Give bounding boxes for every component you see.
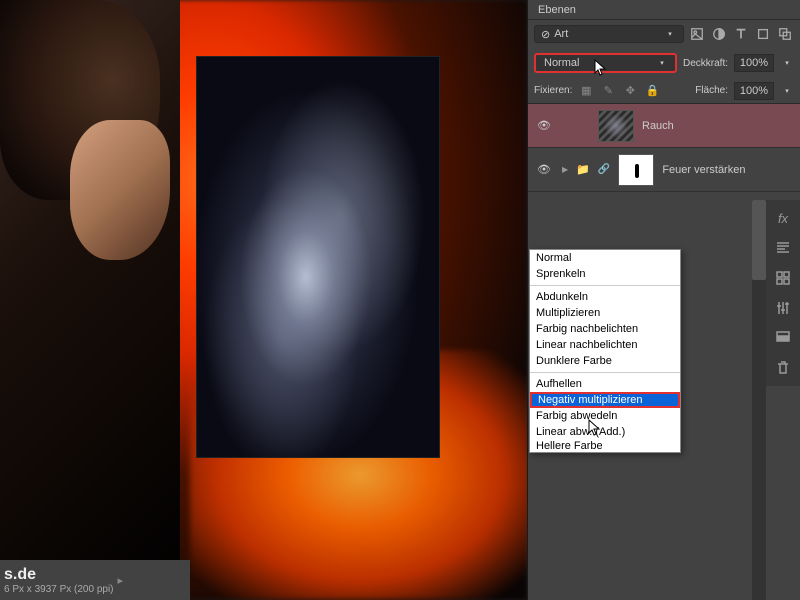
opacity-label: Deckkraft: — [683, 58, 728, 69]
person-figure — [0, 0, 180, 600]
filter-image-icon[interactable] — [688, 25, 706, 43]
canvas-area[interactable]: s.de 6 Px x 3937 Px (200 ppi) ▸ — [0, 0, 527, 600]
link-icon: 🔗 — [598, 164, 610, 175]
blend-option-linear-abw[interactable]: Linear abw. (Add.) — [530, 424, 680, 440]
styles-icon[interactable] — [773, 328, 793, 348]
menu-separator — [530, 285, 680, 286]
chevron-down-icon: ▾ — [663, 25, 677, 43]
filter-row: ⊘ Art ▾ — [528, 20, 800, 48]
visibility-toggle[interactable]: 👁 — [534, 163, 554, 176]
swatches-icon[interactable] — [773, 268, 793, 288]
smoke-layer-image[interactable] — [196, 56, 440, 458]
panel-title: Ebenen — [538, 4, 576, 16]
layers-scrollbar[interactable] — [752, 200, 766, 600]
blend-mode-row: Normal ▾ Deckkraft: 100% ▾ — [528, 48, 800, 78]
layer-row-rauch[interactable]: 👁 Rauch — [528, 104, 800, 148]
side-dock: fx — [766, 200, 800, 386]
layer-row-feuer[interactable]: 👁 ▶ 📁 🔗 Feuer verstärken — [528, 148, 800, 192]
eye-icon: 👁 — [537, 119, 551, 132]
smoke-texture — [197, 57, 439, 457]
menu-separator — [530, 372, 680, 373]
blend-option-negativ-multiplizieren[interactable]: Negativ multiplizieren — [530, 392, 680, 408]
adjustments-icon[interactable] — [773, 298, 793, 318]
blend-option-multiplizieren[interactable]: Multiplizieren — [530, 305, 680, 321]
layer-filter-dropdown[interactable]: ⊘ Art ▾ — [534, 25, 684, 43]
lock-all-icon[interactable]: 🔒 — [644, 83, 660, 99]
status-bar: s.de 6 Px x 3937 Px (200 ppi) ▸ — [0, 560, 190, 600]
blend-option-hellere-farbe[interactable]: Hellere Farbe — [530, 440, 680, 452]
blend-option-linear-nachbelichten[interactable]: Linear nachbelichten — [530, 337, 680, 353]
filter-shape-icon[interactable] — [754, 25, 772, 43]
expand-group-icon[interactable]: ▶ — [562, 165, 568, 174]
cursor-pointer — [594, 59, 608, 77]
blend-mode-dropdown[interactable]: Normal ▾ — [534, 53, 677, 73]
search-icon: ⊘ — [541, 28, 550, 41]
visibility-toggle[interactable]: 👁 — [534, 119, 554, 132]
paragraph-icon[interactable] — [773, 238, 793, 258]
person-face — [70, 120, 170, 260]
blend-option-normal[interactable]: Normal — [530, 250, 680, 266]
filter-type-icon[interactable] — [732, 25, 750, 43]
expand-status-icon[interactable]: ▸ — [118, 574, 124, 587]
fill-value-text: 100% — [740, 85, 768, 97]
fill-label: Fläche: — [695, 85, 728, 96]
lock-pixels-icon[interactable]: ✎ — [600, 83, 616, 99]
layer-thumbnail-rauch[interactable] — [598, 110, 634, 142]
scrollbar-thumb[interactable] — [752, 200, 766, 280]
filter-label: Art — [554, 28, 568, 40]
folder-icon: 📁 — [576, 163, 590, 176]
layer-name: Feuer verstärken — [662, 164, 745, 176]
fill-chevron-icon[interactable]: ▾ — [780, 82, 794, 100]
layer-mask-thumbnail[interactable] — [618, 154, 654, 186]
opacity-input[interactable]: 100% — [734, 54, 774, 72]
fill-input[interactable]: 100% — [734, 82, 774, 100]
blend-option-dunklere-farbe[interactable]: Dunklere Farbe — [530, 353, 680, 369]
trash-icon[interactable] — [773, 358, 793, 378]
blend-option-abdunkeln[interactable]: Abdunkeln — [530, 289, 680, 305]
eye-icon: 👁 — [537, 163, 551, 176]
watermark-text: s.de — [4, 566, 114, 584]
blend-mode-value: Normal — [544, 57, 579, 69]
blend-mode-menu[interactable]: Normal Sprenkeln Abdunkeln Multipliziere… — [529, 249, 681, 453]
blend-option-farbig-abwedeln[interactable]: Farbig abwedeln — [530, 408, 680, 424]
document-dimensions: 6 Px x 3937 Px (200 ppi) — [4, 584, 114, 595]
lock-position-icon[interactable]: ✥ — [622, 83, 638, 99]
lock-label: Fixieren: — [534, 85, 572, 96]
layer-name: Rauch — [642, 120, 674, 132]
lock-row: Fixieren: ▦ ✎ ✥ 🔒 Fläche: 100% ▾ — [528, 78, 800, 104]
blend-option-aufhellen[interactable]: Aufhellen — [530, 376, 680, 392]
filter-smartobject-icon[interactable] — [776, 25, 794, 43]
blend-option-sprenkeln[interactable]: Sprenkeln — [530, 266, 680, 282]
opacity-chevron-icon[interactable]: ▾ — [780, 54, 794, 72]
filter-adjustment-icon[interactable] — [710, 25, 728, 43]
lock-icons-group: ▦ ✎ ✥ 🔒 — [578, 83, 660, 99]
opacity-value-text: 100% — [740, 57, 768, 69]
lock-transparency-icon[interactable]: ▦ — [578, 83, 594, 99]
chevron-updown-icon: ▾ — [655, 54, 669, 72]
blend-option-farbig-nachbelichten[interactable]: Farbig nachbelichten — [530, 321, 680, 337]
panel-tab-layers[interactable]: Ebenen — [528, 0, 800, 20]
fx-icon[interactable]: fx — [773, 208, 793, 228]
